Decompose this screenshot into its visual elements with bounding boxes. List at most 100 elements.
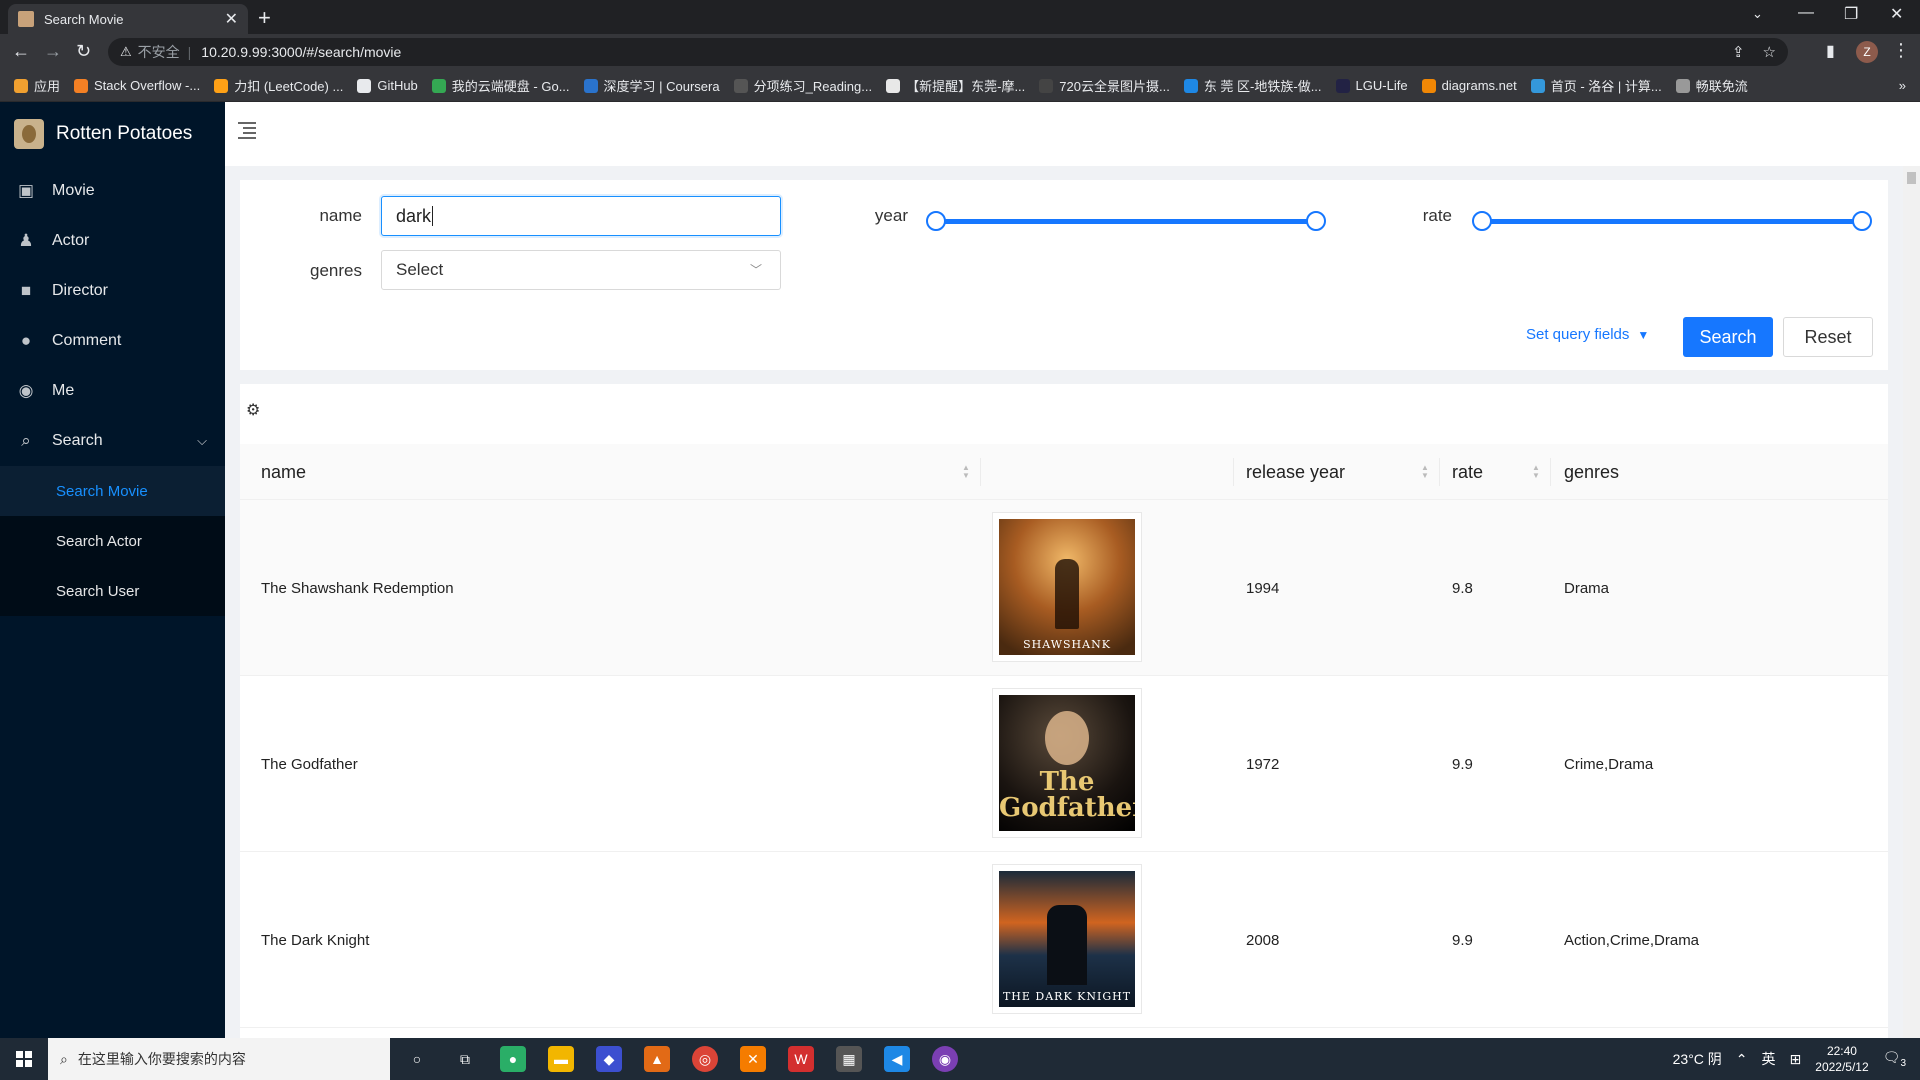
clock[interactable]: 22:40 2022/5/12 <box>1815 1043 1868 1075</box>
column-header-name[interactable]: name <box>261 444 306 500</box>
column-header-release-year[interactable]: release year <box>1246 444 1345 500</box>
sidebar-item-search-user[interactable]: Search User <box>0 566 225 616</box>
notification-count: 3 <box>1900 1057 1906 1069</box>
name-search-input[interactable]: dark <box>381 196 781 236</box>
app-icon[interactable]: ▦ <box>836 1046 862 1072</box>
movie-poster[interactable]: The Godfather <box>992 688 1142 838</box>
movie-poster[interactable]: THE DARK KNIGHT <box>992 864 1142 1014</box>
close-tab-icon[interactable]: ✕ <box>225 9 238 29</box>
bookmark-item[interactable]: 应用 <box>14 76 60 95</box>
clock-time: 22:40 <box>1826 1044 1857 1058</box>
bookmark-item[interactable]: Stack Overflow -... <box>74 78 200 93</box>
close-window-icon[interactable]: ✕ <box>1890 4 1903 24</box>
sidebar-item-movie[interactable]: ▣ Movie <box>0 166 225 216</box>
side-panel-icon[interactable]: ▮ <box>1826 41 1835 61</box>
column-header-rate[interactable]: rate <box>1452 444 1483 500</box>
more-menu-icon[interactable]: ⋮ <box>1892 40 1910 61</box>
app-logo[interactable]: Rotten Potatoes <box>0 102 225 166</box>
github-desktop-icon[interactable]: ◉ <box>932 1046 958 1072</box>
rate-slider-track[interactable] <box>1482 219 1862 224</box>
chevron-up-icon[interactable]: ⌃ <box>1736 1051 1748 1068</box>
cortana-icon[interactable]: ○ <box>404 1046 430 1072</box>
genres-cell: Action,Crime,Drama <box>1564 931 1700 949</box>
windows-start-icon[interactable] <box>16 1051 32 1067</box>
sidebar-item-search-actor[interactable]: Search Actor <box>0 516 225 566</box>
sidebar-item-actor[interactable]: ♟ Actor <box>0 216 225 266</box>
ide-icon[interactable]: ◆ <box>596 1046 622 1072</box>
sidebar-item-me[interactable]: ◉ Me <box>0 366 225 416</box>
bookmark-item[interactable]: 畅联免流 <box>1675 76 1748 95</box>
genres-label: genres <box>310 261 362 280</box>
ime-indicator[interactable]: 英 <box>1762 1049 1776 1069</box>
table-row[interactable]: The Shawshank Redemption SHAWSHANK 1994 … <box>240 500 1888 676</box>
weather-widget[interactable]: 23°C 阴 <box>1673 1049 1722 1069</box>
file-explorer-icon[interactable]: ▬ <box>548 1046 574 1072</box>
sidebar-item-search-movie[interactable]: Search Movie <box>0 466 225 516</box>
notification-icon[interactable]: 🗨3 <box>1883 1049 1906 1069</box>
genres-select[interactable]: Select ﹀ <box>381 250 781 290</box>
sidebar-item-comment[interactable]: ● Comment <box>0 316 225 366</box>
xampp-icon[interactable]: ✕ <box>740 1046 766 1072</box>
movie-name-cell[interactable]: The Dark Knight <box>261 852 369 1028</box>
reset-button[interactable]: Reset <box>1783 317 1873 357</box>
vscode-icon[interactable]: ◀ <box>884 1046 910 1072</box>
keyboard-icon[interactable]: ⊞ <box>1790 1051 1802 1068</box>
movie-name-cell[interactable]: The Shawshank Redemption <box>261 500 454 676</box>
wechat-icon[interactable]: ● <box>500 1046 526 1072</box>
bookmark-item[interactable]: 东 莞 区-地铁族-做... <box>1183 76 1322 95</box>
year-slider-track[interactable] <box>936 219 1316 224</box>
address-url[interactable]: 10.20.9.99:3000/#/search/movie <box>201 44 401 60</box>
bookmark-item[interactable]: 深度学习 | Coursera <box>583 76 720 95</box>
rate-slider-min-handle[interactable] <box>1472 211 1492 231</box>
column-header-genres[interactable]: genres <box>1564 444 1619 500</box>
task-view-icon[interactable]: ⧉ <box>452 1046 478 1072</box>
rate-slider-max-handle[interactable] <box>1852 211 1872 231</box>
page-scrollbar[interactable] <box>1903 166 1920 1038</box>
movie-name-cell[interactable]: The Godfather <box>261 676 358 852</box>
chrome-icon[interactable]: ◎ <box>692 1046 718 1072</box>
year-slider-min-handle[interactable] <box>926 211 946 231</box>
forward-icon[interactable]: → <box>44 41 62 62</box>
new-tab-button[interactable]: + <box>258 5 271 31</box>
year-slider-max-handle[interactable] <box>1306 211 1326 231</box>
set-query-fields-link[interactable]: Set query fields ▼ <box>1526 326 1649 343</box>
bookmark-item[interactable]: 分项练习_Reading... <box>733 76 872 95</box>
browser-tab[interactable]: Search Movie ✕ <box>8 4 248 34</box>
menu-fold-icon[interactable] <box>238 122 256 140</box>
movie-poster[interactable]: SHAWSHANK <box>992 512 1142 662</box>
bookmark-favicon-icon <box>1183 78 1198 93</box>
search-button[interactable]: Search <box>1683 317 1773 357</box>
more-bookmarks-icon[interactable]: » <box>1899 78 1906 93</box>
sidebar-item-director[interactable]: ■ Director <box>0 266 225 316</box>
bookmark-star-icon[interactable]: ☆ <box>1763 43 1776 61</box>
bookmark-item[interactable]: LGU-Life <box>1335 78 1408 93</box>
bookmark-label: 畅联免流 <box>1695 79 1748 94</box>
bookmark-item[interactable]: GitHub <box>357 78 418 93</box>
sidebar-item-search[interactable]: ⌕ Search ⌵ <box>0 416 225 466</box>
bookmark-item[interactable]: 力扣 (LeetCode) ... <box>214 76 343 95</box>
sort-icon[interactable]: ▲ ▼ <box>1532 464 1540 480</box>
sort-icon[interactable]: ▲ ▼ <box>1421 464 1429 480</box>
profile-avatar[interactable]: Z <box>1856 41 1878 63</box>
table-row[interactable]: The Godfather The Godfather 1972 9.9 Cri… <box>240 676 1888 852</box>
matlab-icon[interactable]: ▲ <box>644 1046 670 1072</box>
restore-icon[interactable]: ❐ <box>1844 4 1858 24</box>
bookmark-item[interactable]: 【新提醒】东莞-摩... <box>886 76 1025 95</box>
wps-icon[interactable]: W <box>788 1046 814 1072</box>
sort-icon[interactable]: ▲ ▼ <box>962 464 970 480</box>
app-title: Rotten Potatoes <box>56 123 193 144</box>
gear-icon[interactable]: ⚙ <box>246 400 260 420</box>
bookmark-item[interactable]: 我的云端硬盘 - Go... <box>431 76 570 95</box>
bookmark-item[interactable]: 720云全景图片摄... <box>1039 76 1170 95</box>
year-label: year <box>874 206 908 225</box>
minimize-icon[interactable]: — <box>1798 4 1814 22</box>
bookmark-item[interactable]: diagrams.net <box>1421 78 1517 93</box>
bookmark-item[interactable]: 首页 - 洛谷 | 计算... <box>1530 76 1662 95</box>
address-bar[interactable]: ⚠ 不安全 | 10.20.9.99:3000/#/search/movie ⇪… <box>108 38 1788 66</box>
table-row[interactable]: The Dark Knight THE DARK KNIGHT 2008 9.9… <box>240 852 1888 1028</box>
back-icon[interactable]: ← <box>12 41 30 62</box>
reload-icon[interactable]: ↻ <box>76 41 91 62</box>
share-icon[interactable]: ⇪ <box>1732 43 1745 61</box>
taskbar-search-box[interactable]: ⌕ 在这里输入你要搜索的内容 <box>48 1038 390 1080</box>
tab-search-icon[interactable]: ⌄ <box>1752 6 1763 22</box>
